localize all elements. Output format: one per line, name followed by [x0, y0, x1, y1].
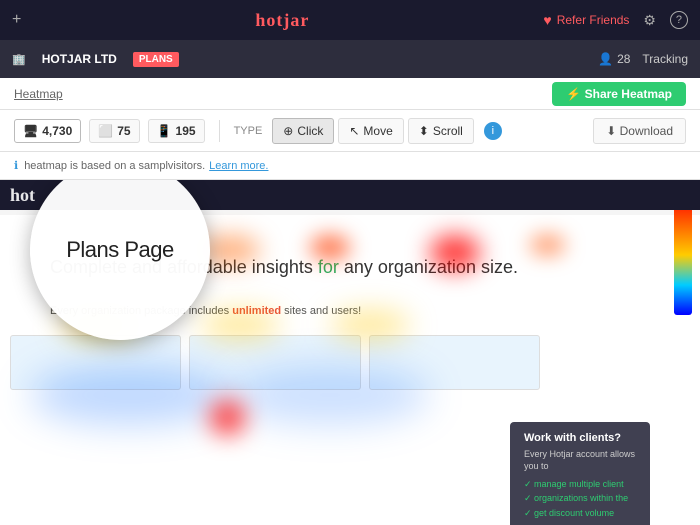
- info-suffix: visitors.: [168, 160, 205, 172]
- heatmap-area: hot Complete and affordable insights for…: [0, 180, 700, 525]
- tooltip-circle: Plans Page: [30, 180, 210, 340]
- device-filters: 🖥 4,730 ⬜ 75 📱 195: [14, 119, 205, 143]
- mobile-count: 195: [176, 124, 196, 138]
- price-cards: [10, 335, 540, 390]
- scroll-icon: ⬍: [419, 124, 429, 138]
- click-filter[interactable]: ⊕ Click: [272, 118, 334, 144]
- arrow-icon: ↖: [349, 124, 359, 138]
- cursor-icon: ⊕: [283, 124, 293, 138]
- top-navigation: + hotjar ♥ Refer Friends ⚙ ?: [0, 0, 700, 40]
- help-icon[interactable]: ?: [670, 11, 688, 29]
- plans-page-tooltip: Plans Page: [30, 180, 210, 340]
- refer-label: Refer Friends: [557, 13, 630, 27]
- work-clients-text: Every Hotjar account allows you to: [524, 448, 636, 473]
- brand-icon: 🏢: [12, 53, 26, 66]
- price-card-2: [189, 335, 360, 390]
- desktop-icon: 🖥: [23, 124, 38, 138]
- heart-icon: ♥: [543, 12, 551, 28]
- sub-nav-right: 👤 28 Tracking: [598, 52, 688, 66]
- tablet-icon: ⬜: [98, 124, 113, 138]
- users-icon: 👤: [598, 52, 613, 66]
- type-label: TYPE: [234, 125, 263, 137]
- tablet-filter[interactable]: ⬜ 75: [89, 119, 139, 143]
- learn-more-link[interactable]: Learn more.: [209, 160, 268, 172]
- price-card-1: [10, 335, 181, 390]
- info-icon[interactable]: i: [484, 122, 502, 140]
- divider: [219, 120, 220, 142]
- info-icon-small: ℹ: [14, 159, 18, 172]
- price-card-3: [369, 335, 540, 390]
- tablet-count: 75: [117, 124, 130, 138]
- refer-friends-button[interactable]: ♥ Refer Friends: [543, 12, 629, 28]
- download-button[interactable]: ⬇ Download: [593, 118, 686, 144]
- tracking-label: Tracking: [642, 52, 688, 66]
- nav-left: +: [12, 11, 21, 29]
- color-scale-cold: COLD: [645, 307, 671, 317]
- scroll-filter[interactable]: ⬍ Scroll: [408, 118, 474, 144]
- work-clients-box: Work with clients? Every Hotjar account …: [510, 422, 650, 525]
- mobile-filter[interactable]: 📱 195: [148, 119, 205, 143]
- info-text: heatmap is based on a sampl: [24, 160, 168, 172]
- sub-navigation: 🏢 HOTJAR LTD PLANS 👤 28 Tracking: [0, 40, 700, 78]
- share-heatmap-button[interactable]: ⚡ Share Heatmap: [552, 82, 686, 106]
- work-clients-checks: ✓ manage multiple client ✓ organizations…: [524, 477, 636, 520]
- plans-badge[interactable]: PLANS: [133, 52, 179, 67]
- move-filter[interactable]: ↖ Move: [338, 118, 403, 144]
- add-icon[interactable]: +: [12, 11, 21, 29]
- nav-right: ♥ Refer Friends ⚙ ?: [543, 11, 688, 29]
- desktop-count: 4,730: [42, 124, 72, 138]
- action-filters: ⊕ Click ↖ Move ⬍ Scroll: [272, 118, 474, 144]
- color-scale-bar: [674, 195, 692, 315]
- desktop-filter[interactable]: 🖥 4,730: [14, 119, 81, 143]
- breadcrumb-link[interactable]: Heatmap: [14, 87, 63, 101]
- info-bar: ℹ heatmap is based on a sampl visitors. …: [0, 152, 700, 180]
- breadcrumb-bar: Heatmap ⚡ Share Heatmap: [0, 78, 700, 110]
- toolbar: 🖥 4,730 ⬜ 75 📱 195 TYPE ⊕ Click ↖ Move ⬍…: [0, 110, 700, 152]
- work-clients-title: Work with clients?: [524, 432, 636, 444]
- hotjar-logo: hotjar: [255, 10, 309, 31]
- mobile-icon: 📱: [157, 124, 172, 138]
- company-name: HOTJAR LTD: [42, 52, 117, 66]
- users-count: 👤 28: [598, 52, 630, 66]
- tooltip-title: Plans Page: [66, 237, 174, 263]
- gear-icon[interactable]: ⚙: [643, 12, 656, 29]
